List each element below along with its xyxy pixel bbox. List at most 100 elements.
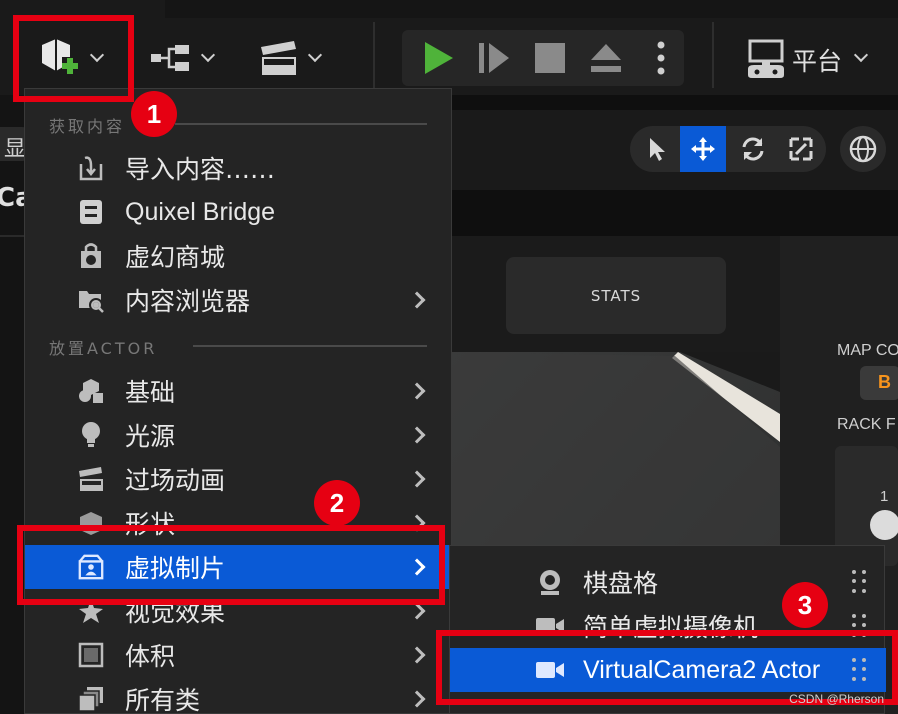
- submenu-item-label: 简单虚拟摄像机: [583, 613, 759, 642]
- submenu-item-label: VirtualCamera2 Actor: [583, 655, 821, 684]
- menu-item-visual-effects[interactable]: 视觉效果: [25, 589, 453, 633]
- light-bulb-icon: [77, 421, 105, 449]
- toolbar-separator: [373, 22, 375, 88]
- advance-frame-button[interactable]: [466, 30, 522, 86]
- menu-item-label: 体积: [125, 642, 176, 671]
- stop-icon: [535, 43, 565, 73]
- section-get-content: 获取内容: [49, 117, 126, 136]
- import-icon: [77, 154, 105, 182]
- menu-item-label: 光源: [125, 422, 176, 451]
- left-tab-label: 显: [4, 137, 27, 162]
- advance-frame-icon: [479, 43, 509, 73]
- menu-item-virtual-production[interactable]: 虚拟制片: [25, 545, 453, 589]
- menu-item-cinematics[interactable]: 过场动画: [25, 457, 453, 501]
- virtual-production-submenu: 棋盘格 简单虚拟摄像机 VirtualCamera2 Actor: [449, 545, 886, 714]
- chevron-down-icon: [853, 47, 869, 63]
- clapperboard-icon: [261, 41, 296, 75]
- tab-strip: [165, 0, 898, 18]
- add-content-menu: 获取内容 导入内容…… Quixel Bridge 虚幻商城 内容浏览器 放置A…: [24, 88, 453, 714]
- world-local-toggle[interactable]: [840, 126, 886, 172]
- drag-handle-icon[interactable]: [852, 570, 866, 594]
- menu-item-label: Quixel Bridge: [125, 197, 276, 226]
- volume-icon: [77, 641, 105, 669]
- slider-knob[interactable]: [870, 510, 898, 540]
- platforms-button[interactable]: 平台: [740, 30, 880, 86]
- menu-item-content-browser[interactable]: 内容浏览器: [25, 278, 453, 322]
- add-actor-icon: [42, 39, 78, 74]
- map-badge-letter: B: [878, 372, 891, 392]
- play-options-button[interactable]: [642, 30, 680, 86]
- drag-handle-icon[interactable]: [852, 658, 866, 682]
- play-icon: [425, 42, 453, 74]
- submenu-arrow-icon: [408, 382, 426, 400]
- menu-item-all-classes[interactable]: 所有类: [25, 677, 453, 714]
- submenu-arrow-icon: [408, 426, 426, 444]
- map-label: MAP CO: [837, 342, 898, 359]
- submenu-item-virtualcamera2-actor[interactable]: VirtualCamera2 Actor: [450, 648, 886, 692]
- watermark: CSDN @Rherson: [789, 692, 884, 706]
- menu-item-lights[interactable]: 光源: [25, 413, 453, 457]
- stop-button[interactable]: [522, 30, 578, 86]
- menu-item-label: 形状: [125, 510, 176, 539]
- submenu-arrow-icon: [408, 514, 426, 532]
- select-tool-button[interactable]: [634, 126, 680, 172]
- menu-item-label: 虚幻商城: [125, 243, 226, 272]
- virtual-production-icon: [77, 553, 105, 581]
- slider-value: 1: [880, 488, 889, 505]
- eject-icon: [591, 44, 621, 72]
- step-badge-2: 2: [314, 480, 360, 526]
- toolbar-separator: [712, 22, 714, 88]
- submenu-arrow-icon: [408, 470, 426, 488]
- cinematics-button[interactable]: [252, 30, 337, 86]
- stats-button[interactable]: STATS: [506, 257, 726, 334]
- platforms-label: 平台: [792, 47, 843, 76]
- scale-tool-button[interactable]: [778, 126, 824, 172]
- cube-icon: [77, 509, 105, 537]
- menu-item-import[interactable]: 导入内容……: [25, 146, 453, 190]
- menu-item-volumes[interactable]: 体积: [25, 633, 453, 677]
- clapperboard-icon: [77, 465, 105, 493]
- menu-item-label: 导入内容……: [125, 155, 276, 184]
- chevron-down-icon: [89, 47, 105, 63]
- menu-item-label: 所有类: [125, 686, 201, 714]
- submenu-item-label: 棋盘格: [583, 569, 659, 598]
- blueprint-icon: [151, 45, 189, 71]
- play-controls: [402, 30, 684, 86]
- rotate-icon: [742, 137, 764, 161]
- main-toolbar: 平台: [0, 0, 898, 95]
- submenu-arrow-icon: [408, 291, 426, 309]
- menu-item-basic[interactable]: 基础: [25, 369, 453, 413]
- play-button[interactable]: [410, 30, 466, 86]
- transform-tools: [630, 126, 826, 172]
- menu-item-label: 基础: [125, 378, 176, 407]
- move-tool-button[interactable]: [680, 126, 726, 172]
- move-icon: [691, 137, 715, 161]
- menu-item-label: 虚拟制片: [125, 554, 226, 583]
- section-divider: [193, 345, 427, 347]
- all-classes-icon: [77, 685, 105, 713]
- rotate-tool-button[interactable]: [730, 126, 776, 172]
- menu-item-shapes[interactable]: 形状: [25, 501, 453, 545]
- add-content-button[interactable]: [22, 30, 122, 86]
- eject-button[interactable]: [578, 30, 634, 86]
- cursor-icon: [650, 138, 665, 161]
- step-badge-1: 1: [131, 91, 177, 137]
- platforms-icon: [748, 39, 784, 78]
- submenu-arrow-icon: [408, 602, 426, 620]
- menu-item-quixel-bridge[interactable]: Quixel Bridge: [25, 190, 453, 234]
- video-camera-icon: [534, 654, 566, 686]
- basic-shapes-icon: [77, 377, 105, 405]
- globe-button[interactable]: [840, 126, 886, 172]
- chevron-down-icon: [200, 47, 216, 63]
- visual-effects-icon: [77, 597, 105, 625]
- quixel-bridge-icon: [77, 198, 105, 226]
- blueprint-button[interactable]: [145, 30, 225, 86]
- more-vertical-icon: [657, 41, 665, 75]
- drag-handle-icon[interactable]: [852, 614, 866, 638]
- submenu-arrow-icon: [408, 646, 426, 664]
- menu-item-marketplace[interactable]: 虚幻商城: [25, 234, 453, 278]
- menu-item-label: 内容浏览器: [125, 287, 251, 316]
- chevron-down-icon: [307, 47, 323, 63]
- checkerboard-icon: [534, 566, 566, 598]
- stats-label: STATS: [590, 286, 642, 305]
